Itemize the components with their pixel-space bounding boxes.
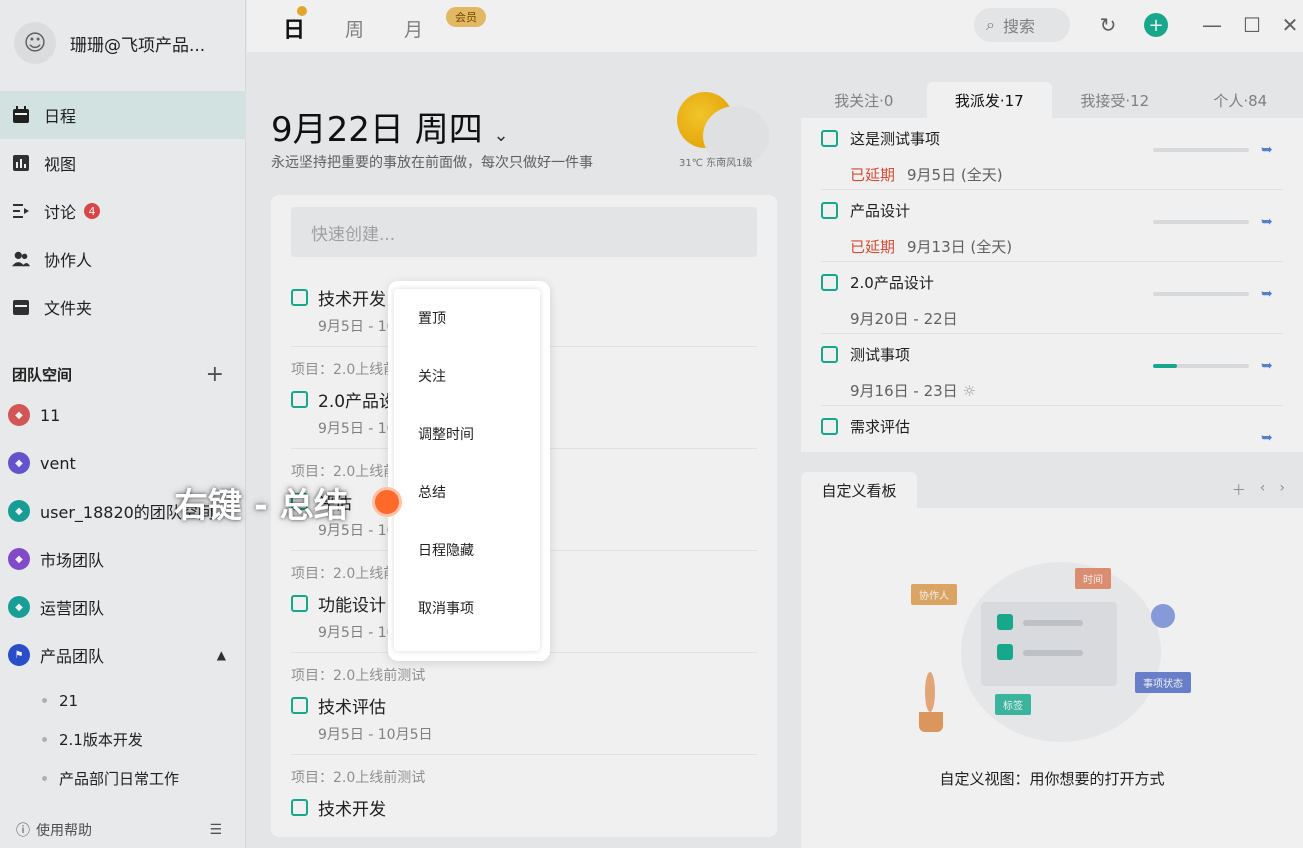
menu-item-cancel[interactable]: 取消事项	[394, 579, 540, 637]
menu-item-adjust-time[interactable]: 调整时间	[394, 405, 540, 463]
menu-item-summary[interactable]: 总结	[394, 463, 540, 521]
modal-dim-overlay	[0, 0, 1303, 848]
context-menu: 置顶 关注 调整时间 总结 日程隐藏 取消事项	[394, 289, 540, 651]
tutorial-annotation: 右键 - 总结	[174, 486, 348, 526]
cursor-indicator	[372, 487, 402, 517]
context-menu-frame: 置顶 关注 调整时间 总结 日程隐藏 取消事项	[388, 281, 550, 661]
menu-item-pin[interactable]: 置顶	[394, 289, 540, 347]
menu-item-follow[interactable]: 关注	[394, 347, 540, 405]
menu-item-hide[interactable]: 日程隐藏	[394, 521, 540, 579]
